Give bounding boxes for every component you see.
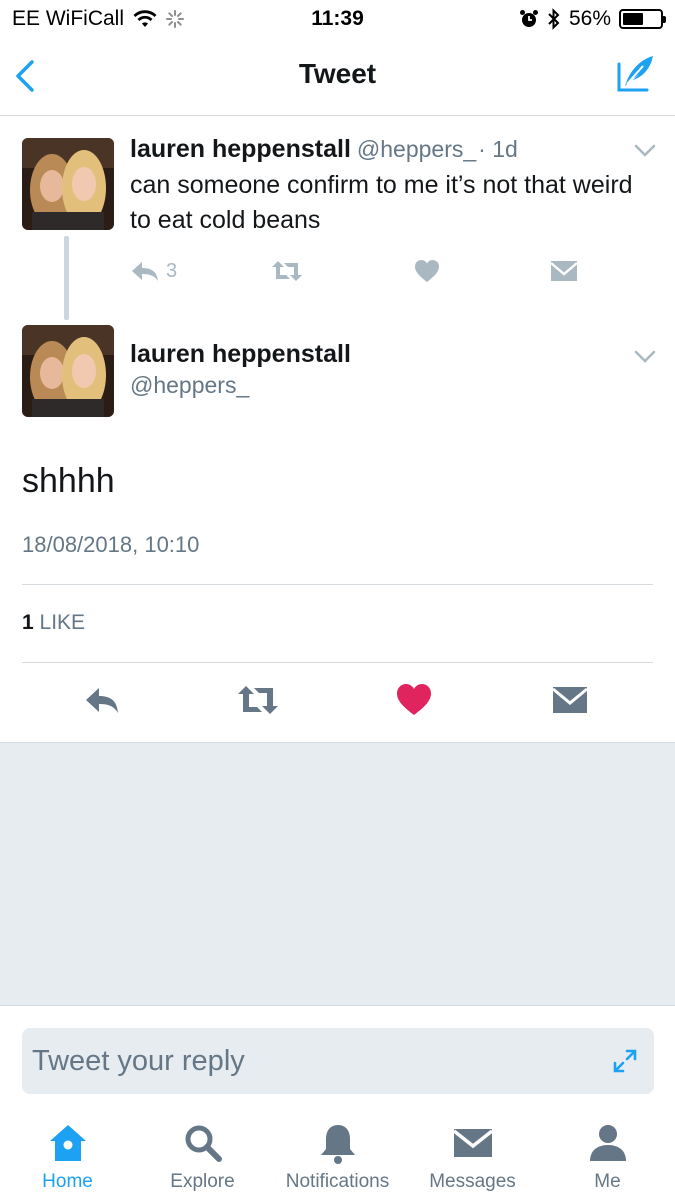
tab-me[interactable]: Me [540, 1121, 675, 1197]
tab-home-label: Home [42, 1171, 93, 1192]
divider [22, 662, 653, 663]
status-right-group: 56% [519, 7, 666, 31]
parent-like-button[interactable] [414, 256, 440, 286]
parent-tweet-avatar[interactable] [22, 138, 114, 230]
bluetooth-icon [548, 8, 560, 30]
envelope-icon [550, 261, 578, 281]
compose-tweet-icon[interactable] [615, 52, 657, 96]
parent-retweet-button[interactable] [270, 256, 304, 286]
tab-explore-label: Explore [170, 1171, 235, 1192]
person-icon [589, 1125, 626, 1161]
home-icon [49, 1125, 86, 1161]
tab-notifications[interactable]: Notifications [270, 1121, 405, 1197]
tab-notifications-label: Notifications [285, 1171, 390, 1192]
avatar-photo [22, 138, 114, 230]
parent-tweet-handle[interactable]: @heppers_ [357, 136, 476, 162]
thread-connector-line [64, 236, 69, 320]
page-title: Tweet [298, 58, 377, 89]
parent-reply-button[interactable]: 3 [130, 256, 177, 286]
parent-tweet-time: · 1d [478, 136, 518, 162]
envelope-icon [452, 1129, 493, 1157]
parent-tweet-author-name[interactable]: lauren heppenstall [130, 135, 351, 163]
battery-fill [623, 13, 644, 25]
reply-icon [132, 262, 158, 281]
tab-explore[interactable]: Explore [135, 1121, 270, 1197]
envelope-icon[interactable] [552, 680, 588, 720]
main-tweet-handle[interactable]: @heppers_ [130, 372, 249, 399]
search-icon [185, 1125, 222, 1162]
main-tweet-text: shhhh [22, 462, 115, 500]
tab-messages[interactable]: Messages [405, 1121, 540, 1197]
reply-icon[interactable] [82, 680, 122, 720]
main-tweet-timestamp: 18/08/2018, 10:10 [22, 532, 200, 557]
retweet-icon[interactable] [236, 680, 280, 720]
tab-me-label: Me [594, 1171, 621, 1192]
navigation-bar: Tweet [0, 38, 675, 116]
main-tweet-chevron-down-icon[interactable] [634, 350, 656, 364]
tab-bar: Home Explore Notifications Messages Me [0, 1107, 675, 1200]
expand-icon[interactable] [612, 1048, 638, 1074]
empty-replies-area [0, 742, 675, 1006]
reply-input[interactable] [32, 1044, 592, 1078]
alarm-icon [519, 10, 538, 27]
divider [22, 584, 653, 585]
parent-tweet-actions: 3 [130, 256, 590, 286]
heart-icon [415, 260, 439, 282]
like-count: 1 [22, 611, 34, 634]
like-count-label: LIKE [39, 611, 86, 634]
tab-home[interactable]: Home [0, 1121, 135, 1197]
main-tweet-actions [0, 680, 675, 724]
parent-tweet-header: lauren heppenstall @heppers_· 1d [130, 135, 518, 164]
parent-tweet-chevron-down-icon[interactable] [634, 144, 656, 158]
like-count-row[interactable]: 1 LIKE [22, 611, 85, 635]
main-tweet-author-name[interactable]: lauren heppenstall [130, 340, 351, 369]
battery-percent: 56% [568, 7, 611, 30]
heart-icon[interactable] [396, 680, 432, 720]
status-bar: EE WiFiCall 11:39 56% [0, 0, 675, 38]
parent-message-button[interactable] [550, 256, 578, 286]
reply-box[interactable] [22, 1028, 654, 1094]
bell-icon [320, 1125, 355, 1164]
parent-tweet-text: can someone confirm to me it’s not that … [130, 171, 633, 234]
tab-messages-label: Messages [429, 1171, 516, 1192]
retweet-icon [272, 261, 302, 281]
reply-bar [0, 1007, 675, 1107]
battery-icon [619, 9, 666, 29]
main-tweet-avatar[interactable] [22, 325, 114, 417]
parent-reply-count: 3 [166, 259, 178, 282]
avatar-photo [22, 325, 114, 417]
